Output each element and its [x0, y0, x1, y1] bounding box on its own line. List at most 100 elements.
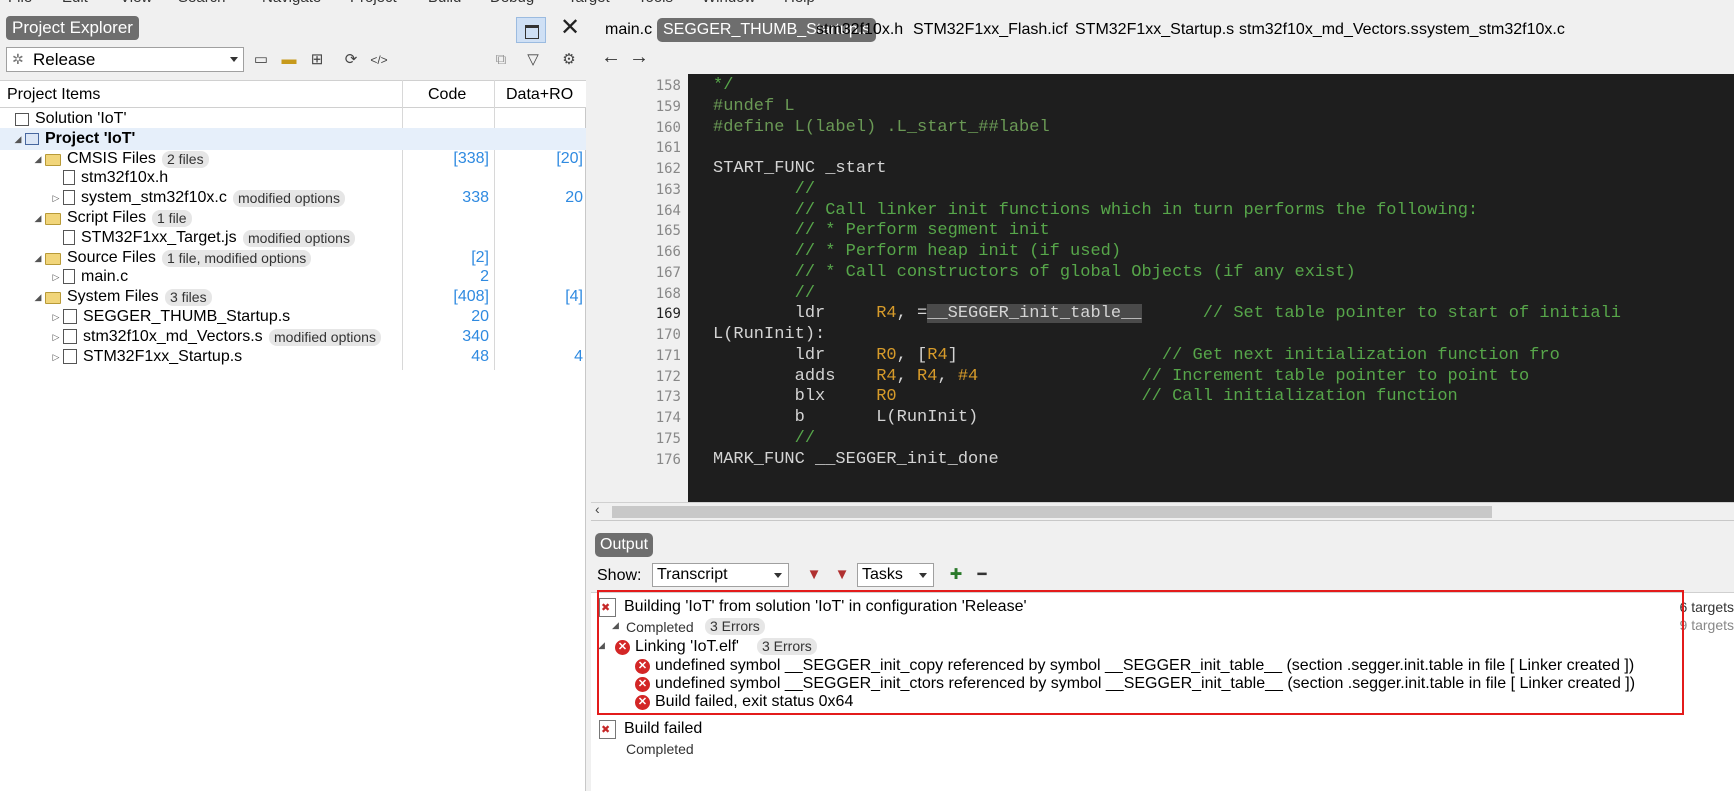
code-line[interactable]: START_FUNC _start: [713, 159, 886, 178]
menu-file[interactable]: File: [8, 0, 32, 6]
folder-icon: [45, 252, 61, 265]
code-line[interactable]: // Call linker init functions which in t…: [713, 201, 1479, 220]
folder-icon[interactable]: ▬: [278, 49, 300, 71]
code-token: R4: [917, 366, 938, 386]
maximize-icon[interactable]: [516, 17, 546, 43]
code-token: // Get next initialization function fro: [1161, 345, 1560, 365]
build-failed-line[interactable]: Build failed: [624, 719, 702, 739]
tree-item[interactable]: ▷ stm32f10x_md_Vectors.s modified options 3…: [0, 326, 586, 348]
options-icon[interactable]: ⊞: [306, 49, 328, 71]
expander-icon[interactable]: ▷: [51, 266, 61, 288]
target-count: 9 targets: [1679, 617, 1734, 633]
refresh-icon[interactable]: ⟳: [340, 49, 362, 71]
expander-icon[interactable]: ▷: [51, 326, 61, 348]
code-line[interactable]: blx R0 // Call initialization function: [713, 387, 1458, 406]
show-select[interactable]: Transcript: [652, 563, 789, 587]
tree-item[interactable]: ◢ CMSIS Files 2 files [338] [20]: [0, 148, 586, 170]
menu-edit[interactable]: Edit: [62, 0, 88, 6]
code-line[interactable]: #define L(label) .L_start_##label: [713, 118, 1050, 137]
tree-item[interactable]: STM32F1xx_Target.js modified options: [0, 227, 586, 249]
tree-item[interactable]: Solution 'IoT': [0, 108, 586, 130]
code-line[interactable]: #undef L: [713, 97, 795, 116]
forward-arrow-icon[interactable]: →: [629, 46, 649, 69]
project-explorer-toolbar: ✲ Release ▭ ▬ ⊞ ⟳ </> ⧉ ▽ ⚙: [0, 44, 586, 80]
code-line[interactable]: ldr R4, =__SEGGER_init_table__ // Set ta…: [713, 304, 1621, 324]
editor-tab[interactable]: main.c: [605, 18, 652, 42]
code-line[interactable]: adds R4, R4, #4 // Increment table point…: [713, 366, 1530, 386]
collapse-all-icon[interactable]: ━: [972, 565, 992, 585]
code-line[interactable]: // * Call constructors of global Objects…: [713, 263, 1356, 282]
editor-tab[interactable]: stm32f10x.h: [816, 18, 903, 42]
expander-icon[interactable]: ◢: [33, 148, 43, 170]
tree-item[interactable]: ◢ System Files 3 files [408] [4]: [0, 286, 586, 308]
column-code[interactable]: Code: [428, 86, 466, 104]
properties-icon[interactable]: ▭: [250, 49, 272, 71]
menu-help[interactable]: Help: [784, 0, 815, 6]
code-editor[interactable]: 158 159 160 161 162 163 164 165 166 167 168 169 170 1…: [591, 74, 1734, 502]
tree-item[interactable]: ▷ SEGGER_THUMB_Startup.s 20: [0, 306, 586, 328]
code-line[interactable]: //: [713, 429, 815, 448]
menu-tools[interactable]: Tools: [638, 0, 673, 6]
tree-item[interactable]: ▷ main.c 2: [0, 266, 586, 288]
filter-errors-icon[interactable]: ▼: [804, 565, 824, 585]
back-arrow-icon[interactable]: ←: [601, 46, 621, 69]
menu-target[interactable]: Target: [568, 0, 610, 6]
code-token: ]: [947, 345, 1162, 365]
tasks-select[interactable]: Tasks: [857, 563, 934, 587]
menu-build[interactable]: Build: [428, 0, 461, 6]
code-line[interactable]: // * Perform heap init (if used): [713, 242, 1121, 261]
code-line[interactable]: b L(RunInit): [713, 408, 979, 427]
tree-item[interactable]: ▷ STM32F1xx_Startup.s 48 4: [0, 346, 586, 368]
code-icon[interactable]: </>: [368, 49, 390, 71]
scroll-left-icon[interactable]: ‹: [595, 501, 600, 517]
configuration-select[interactable]: ✲ Release: [6, 47, 244, 72]
expand-all-icon[interactable]: ✚: [946, 565, 966, 585]
code-line[interactable]: MARK_FUNC __SEGGER_init_done: [713, 450, 999, 469]
editor-tab[interactable]: STM32F1xx_Flash.icf: [913, 18, 1068, 42]
expander-icon[interactable]: ▷: [51, 346, 61, 368]
expander-icon[interactable]: ◢: [13, 128, 23, 150]
editor-tab[interactable]: stm32f10x_md_Vectors.s: [1239, 18, 1419, 42]
column-data-ro[interactable]: Data+RO: [506, 86, 573, 104]
tree-item[interactable]: ▷ system_stm32f10x.c modified options 338 20: [0, 187, 586, 209]
line-number: 169: [655, 306, 681, 323]
code-line[interactable]: //: [713, 180, 815, 199]
editor-horizontal-scrollbar[interactable]: ‹: [591, 501, 1734, 520]
expander-icon[interactable]: ◢: [33, 286, 43, 308]
expander-icon[interactable]: ▷: [51, 187, 61, 209]
expander-icon[interactable]: ◢: [33, 207, 43, 229]
tree-item-badge: modified options: [269, 328, 381, 346]
tree-item[interactable]: ◢ Script Files 1 file: [0, 207, 586, 229]
code-size: 48: [471, 347, 489, 365]
close-icon[interactable]: ✕: [558, 14, 582, 42]
code-line[interactable]: ldr R0, [R4] // Get next initialization …: [713, 346, 1560, 365]
code-token: //: [713, 179, 816, 199]
menu-project[interactable]: Project: [350, 0, 397, 6]
chevron-down-icon: [774, 573, 782, 578]
filter-warnings-icon[interactable]: ▼: [832, 565, 852, 585]
code-line[interactable]: L(RunInit):: [713, 325, 825, 344]
menu-window[interactable]: Window: [702, 0, 755, 6]
menu-view[interactable]: View: [120, 0, 152, 6]
menu-navigate[interactable]: Navigate: [262, 0, 321, 6]
expander-icon[interactable]: ▷: [51, 306, 61, 328]
tree-item-label: system_stm32f10x.c: [81, 189, 227, 207]
menu-search[interactable]: Search: [178, 0, 226, 6]
code-line[interactable]: //: [713, 284, 815, 303]
code-line[interactable]: */: [713, 76, 733, 95]
scrollbar-thumb[interactable]: [612, 506, 1492, 518]
code-line[interactable]: // * Perform segment init: [713, 221, 1050, 240]
editor-tab[interactable]: STM32F1xx_Startup.s: [1075, 18, 1234, 42]
gear-icon[interactable]: ⚙: [558, 49, 580, 71]
copy-icon[interactable]: ⧉: [490, 49, 512, 71]
editor-tab[interactable]: system_stm32f10x.c: [1419, 18, 1565, 42]
menu-debug[interactable]: Debug: [490, 0, 534, 6]
filter-icon[interactable]: ▽: [522, 49, 544, 71]
column-project-items[interactable]: Project Items: [7, 86, 100, 104]
tree-item[interactable]: stm32f10x.h: [0, 167, 586, 189]
tree-item[interactable]: ◢ Source Files 1 file, modified options [2]: [0, 247, 586, 269]
line-number: 175: [655, 430, 681, 447]
expander-icon[interactable]: ◢: [33, 247, 43, 269]
tree-item[interactable]: ◢ Project 'IoT': [0, 127, 586, 150]
